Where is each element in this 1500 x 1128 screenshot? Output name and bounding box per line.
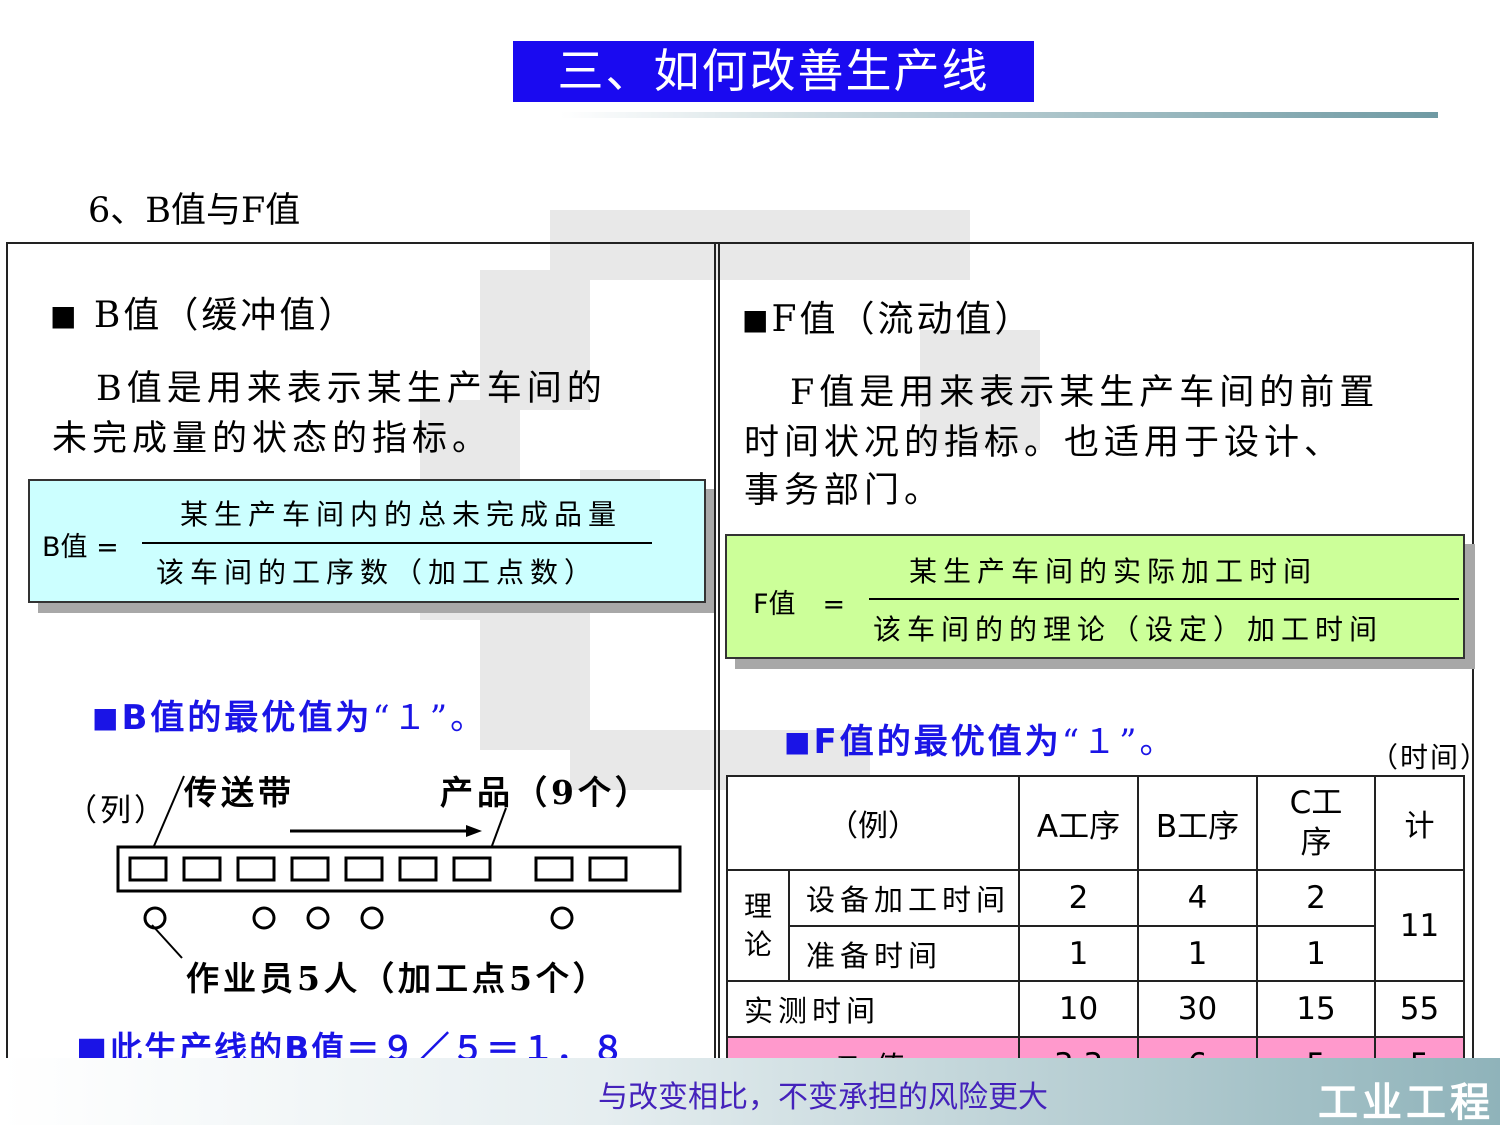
time-unit-label: （时间）: [1370, 741, 1491, 774]
f-value-description-line1: F值是用来表示某生产车间的前置: [790, 373, 1380, 413]
f-formula-numerator: 某生产车间的实际加工时间: [909, 555, 1318, 588]
header-b-process: B工序: [1137, 775, 1258, 871]
table-cell: 1: [1256, 925, 1376, 982]
f-value-title: ■F值（流动值）: [742, 299, 1034, 340]
product-box: [128, 856, 168, 882]
table-cell: 15: [1256, 980, 1376, 1038]
header-c-process: C工序: [1256, 775, 1376, 871]
f-value-description-line3: 事务部门。: [744, 471, 945, 511]
worker-label: 作业员5人（加工点5个）: [186, 959, 610, 998]
product-box: [290, 856, 330, 882]
table-header-row: （例） A工序 B工序 C工序 计: [726, 775, 1465, 871]
table-cell: 30: [1137, 980, 1258, 1038]
table-example-cell: （例）: [726, 775, 1020, 871]
worker-leader-line: [151, 924, 183, 959]
worker-circle: [550, 906, 574, 930]
conveyor-leader-line: [153, 775, 185, 847]
worker-circle: [252, 906, 276, 930]
product-group: [128, 856, 628, 882]
product-box: [588, 856, 628, 882]
table-row: 实测时间 10 30 15 55: [726, 980, 1465, 1038]
table-cell: 1: [1018, 925, 1139, 982]
conveyor-diagram: [116, 775, 682, 959]
table-cell: 2: [1018, 869, 1139, 927]
f-formula-label: F值 =: [753, 589, 846, 620]
f-formula-fraction-line: [869, 598, 1459, 600]
row-label-actual-time: 实测时间: [726, 980, 1020, 1038]
flow-arrow-head: [466, 825, 482, 837]
worker-circle: [306, 906, 330, 930]
header-a-process: A工序: [1018, 775, 1139, 871]
theory-total-cell: 11: [1374, 869, 1465, 982]
table-cell: 55: [1374, 980, 1465, 1038]
worker-circle: [360, 906, 384, 930]
table-row: 准备时间 1 1 1: [727, 925, 1464, 982]
product-box: [236, 856, 276, 882]
row-label-prep-time: 准备时间: [788, 925, 1020, 982]
table-cell: 1: [1137, 925, 1258, 982]
table-row: 理论 设备加工时间 2 4 2 11: [726, 869, 1465, 982]
product-box: [534, 856, 574, 882]
product-box: [182, 856, 222, 882]
product-box: [398, 856, 438, 882]
footer-brand: 工业工程: [1318, 1080, 1494, 1126]
f-value-formula: F值 = 某生产车间的实际加工时间 该车间的的理论（设定）加工时间: [725, 534, 1465, 659]
row-label-equipment-time: 设备加工时间: [788, 869, 1020, 927]
theory-label: 理论: [726, 869, 790, 982]
product-box: [452, 856, 492, 882]
table-cell: 2: [1256, 869, 1376, 927]
table-cell: 4: [1137, 869, 1258, 927]
f-value-description-line2: 时间状况的指标。也适用于设计、: [744, 423, 1345, 463]
f-value-table: （例） A工序 B工序 C工序 计 理论 设备加工时间 2 4 2 11 准备时…: [726, 775, 1465, 1093]
footer-slogan: 与改变相比，不变承担的风险更大: [598, 1080, 1048, 1115]
product-box: [344, 856, 384, 882]
worker-group: [143, 906, 574, 930]
table-cell: 10: [1018, 980, 1139, 1038]
header-total: 计: [1374, 775, 1465, 871]
f-formula-denominator: 该车间的的理论（设定）加工时间: [873, 613, 1384, 646]
worker-circle: [143, 906, 167, 930]
f-value-optimal: ■F值的最优值为“１”。: [784, 722, 1177, 762]
